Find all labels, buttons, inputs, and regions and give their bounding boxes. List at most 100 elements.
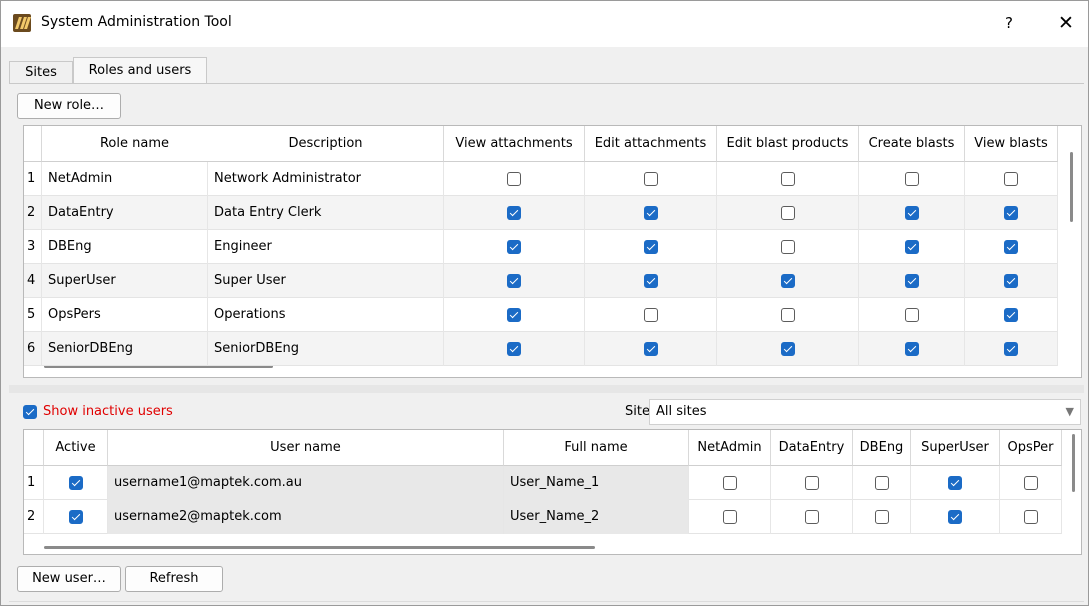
new-role-button[interactable]: New role… [17, 93, 121, 119]
permission-checkbox[interactable] [904, 205, 919, 220]
role-description-cell[interactable]: Engineer [208, 230, 444, 264]
permission-checkbox[interactable] [643, 171, 658, 186]
permission-checkbox[interactable] [904, 273, 919, 288]
users-horizontal-scrollbar[interactable] [44, 546, 595, 549]
permission-checkbox[interactable] [507, 239, 521, 254]
role-name-cell[interactable]: SuperUser [42, 264, 208, 298]
permission-checkbox[interactable] [1004, 171, 1018, 186]
column-header-view-blasts[interactable]: View blasts [965, 126, 1058, 162]
fullname-cell[interactable]: User_Name_1 [504, 466, 689, 500]
column-header-full-name[interactable]: Full name [504, 430, 689, 466]
role-checkbox[interactable] [1023, 475, 1038, 490]
table-row[interactable]: 1 username1@maptek.com.au User_Name_1 [24, 466, 1062, 500]
show-inactive-users-checkbox[interactable]: Show inactive users [23, 403, 173, 421]
table-row[interactable]: 4 SuperUser Super User [24, 264, 1058, 298]
permission-checkbox-cell [585, 264, 717, 298]
role-description-cell[interactable]: Super User [208, 264, 444, 298]
column-header-dbeng[interactable]: DBEng [853, 430, 911, 466]
role-checkbox[interactable] [948, 475, 962, 490]
permission-checkbox[interactable] [780, 307, 795, 322]
table-row[interactable]: 3 DBEng Engineer [24, 230, 1058, 264]
permission-checkbox[interactable] [780, 239, 795, 254]
permission-checkbox[interactable] [780, 341, 795, 356]
column-header-superuser[interactable]: SuperUser [911, 430, 1000, 466]
table-row[interactable]: 5 OpsPers Operations [24, 298, 1058, 332]
column-header-edit-attachments[interactable]: Edit attachments [585, 126, 717, 162]
role-description-cell[interactable]: Data Entry Clerk [208, 196, 444, 230]
column-header-create-blasts[interactable]: Create blasts [859, 126, 965, 162]
permission-checkbox[interactable] [643, 307, 658, 322]
column-header-dataentry[interactable]: DataEntry [771, 430, 853, 466]
role-checkbox[interactable] [804, 509, 819, 524]
column-header-edit-blast-products[interactable]: Edit blast products [717, 126, 859, 162]
table-row[interactable]: 6 SeniorDBEng SeniorDBEng [24, 332, 1058, 366]
column-header-user-name[interactable]: ^ User name [108, 430, 504, 466]
role-description-cell[interactable]: Operations [208, 298, 444, 332]
tab-sites[interactable]: Sites [9, 61, 73, 83]
role-name-cell[interactable]: SeniorDBEng [42, 332, 208, 366]
show-inactive-checkbox-box[interactable] [23, 404, 37, 419]
table-row[interactable]: 2 DataEntry Data Entry Clerk [24, 196, 1058, 230]
permission-checkbox[interactable] [507, 341, 521, 356]
role-name-cell[interactable]: OpsPers [42, 298, 208, 332]
permission-checkbox[interactable] [904, 341, 919, 356]
site-select[interactable]: All sites ▼ [649, 399, 1081, 425]
permission-checkbox[interactable] [643, 239, 658, 254]
permission-checkbox[interactable] [507, 205, 521, 220]
permission-checkbox[interactable] [507, 273, 521, 288]
role-description-cell[interactable]: Network Administrator [208, 162, 444, 196]
permission-checkbox-cell [717, 196, 859, 230]
username-cell[interactable]: username1@maptek.com.au [108, 466, 504, 500]
role-checkbox[interactable] [874, 475, 889, 490]
permission-checkbox[interactable] [1004, 307, 1018, 322]
permission-checkbox[interactable] [507, 171, 521, 186]
permission-checkbox[interactable] [1004, 205, 1018, 220]
row-number: 6 [24, 332, 42, 366]
role-name-cell[interactable]: NetAdmin [42, 162, 208, 196]
column-header-view-attachments[interactable]: View attachments [444, 126, 585, 162]
active-checkbox[interactable] [68, 475, 83, 490]
role-checkbox[interactable] [722, 475, 737, 490]
permission-checkbox[interactable] [643, 341, 658, 356]
permission-checkbox[interactable] [904, 307, 919, 322]
column-header-opsper[interactable]: OpsPer [1000, 430, 1062, 466]
role-checkbox[interactable] [804, 475, 819, 490]
column-header-active[interactable]: Active [44, 430, 108, 466]
role-checkbox[interactable] [722, 509, 737, 524]
username-cell[interactable]: username2@maptek.com [108, 500, 504, 534]
fullname-cell[interactable]: User_Name_2 [504, 500, 689, 534]
permission-checkbox[interactable] [780, 171, 795, 186]
permission-checkbox[interactable] [1004, 341, 1018, 356]
permission-checkbox[interactable] [780, 273, 795, 288]
roles-vertical-scrollbar[interactable] [1070, 152, 1073, 222]
new-user-button[interactable]: New user… [17, 566, 121, 592]
role-name-cell[interactable]: DataEntry [42, 196, 208, 230]
active-checkbox[interactable] [68, 509, 83, 524]
tab-roles-and-users[interactable]: Roles and users [73, 57, 207, 84]
column-header-role-name[interactable]: Role name [42, 126, 228, 162]
permission-checkbox[interactable] [643, 273, 658, 288]
help-button[interactable]: ? [996, 9, 1022, 37]
table-row[interactable]: 1 NetAdmin Network Administrator [24, 162, 1058, 196]
permission-checkbox[interactable] [507, 307, 521, 322]
refresh-button[interactable]: Refresh [125, 566, 223, 592]
role-checkbox-cell [853, 466, 911, 500]
users-vertical-scrollbar[interactable] [1072, 434, 1075, 492]
permission-checkbox[interactable] [780, 205, 795, 220]
role-name-cell[interactable]: DBEng [42, 230, 208, 264]
permission-checkbox[interactable] [904, 239, 919, 254]
role-checkbox[interactable] [948, 509, 962, 524]
close-button[interactable]: ✕ [1051, 9, 1081, 37]
permission-checkbox[interactable] [643, 205, 658, 220]
splitter[interactable] [9, 385, 1084, 393]
role-checkbox[interactable] [1023, 509, 1038, 524]
permission-checkbox-cell [859, 196, 965, 230]
permission-checkbox[interactable] [904, 171, 919, 186]
permission-checkbox[interactable] [1004, 273, 1018, 288]
role-checkbox[interactable] [874, 509, 889, 524]
table-row[interactable]: 2 username2@maptek.com User_Name_2 [24, 500, 1062, 534]
column-header-netadmin[interactable]: NetAdmin [689, 430, 771, 466]
permission-checkbox[interactable] [1004, 239, 1018, 254]
role-description-cell[interactable]: SeniorDBEng [208, 332, 444, 366]
column-header-description[interactable]: Description [208, 126, 444, 162]
